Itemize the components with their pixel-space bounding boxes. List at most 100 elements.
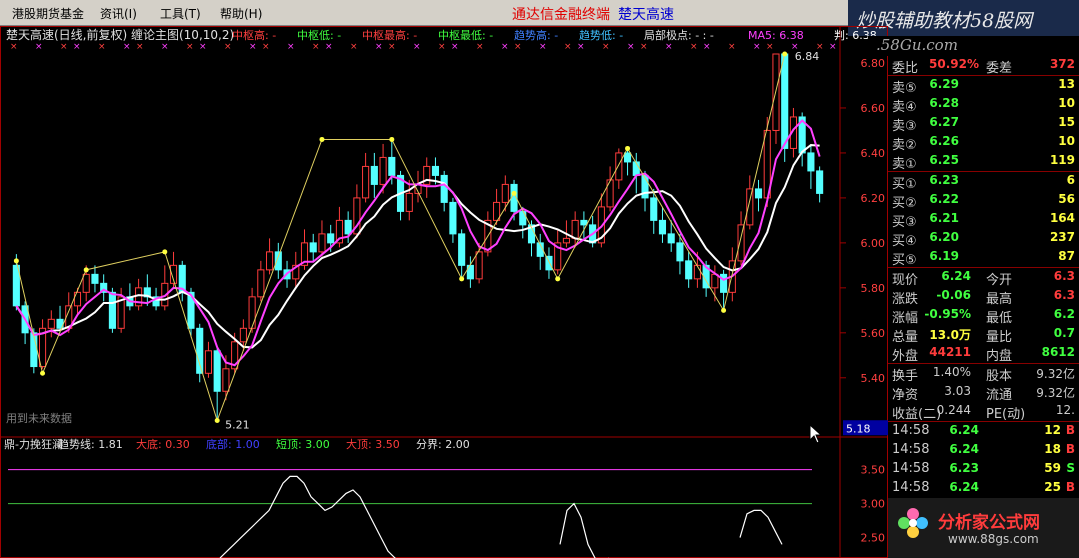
- y-tick-label: 6.20: [861, 192, 886, 205]
- zigzag-point: [459, 276, 465, 282]
- candle-body: [82, 273, 90, 293]
- osc-legend-4: 短顶: 3.00: [276, 437, 330, 451]
- stat-value2: 6.2: [1053, 307, 1075, 321]
- buy-vol: 6: [1066, 173, 1075, 187]
- tick-flag: B: [1065, 423, 1075, 437]
- weibi-value: 50.92%: [929, 57, 979, 71]
- candle-body: [222, 368, 230, 392]
- signal-mark: ×: [325, 42, 333, 52]
- sell-price: 6.27: [929, 115, 959, 129]
- buy-row: 买⑤ 6.19 87: [888, 248, 1079, 268]
- menu-info[interactable]: 资讯(I): [100, 5, 137, 22]
- stat-value: 13.0万: [929, 328, 971, 342]
- stat-row: 外盘 44211 内盘 8612: [888, 344, 1079, 364]
- sell-vol: 10: [1058, 96, 1075, 110]
- tick-row: 14:58 6.24 12 B: [888, 422, 1079, 441]
- signal-mark: ×: [514, 42, 522, 52]
- fin-row: 收益(二) 0.244 PE(动) 12.: [888, 402, 1079, 422]
- osc-legend-3: 底部: 1.00: [206, 437, 260, 451]
- candle-body: [623, 152, 632, 163]
- candle-body: [685, 260, 693, 280]
- kline-chart[interactable]: 楚天高速(日线,前复权) 缠论主图(10,10,2)中枢高: - 中枢低: - 中枢…: [0, 26, 888, 558]
- menu-tools[interactable]: 工具(T): [160, 5, 201, 22]
- stat-value: -0.95%: [924, 307, 971, 321]
- signal-mark: ×: [161, 42, 169, 52]
- stat-label: 涨幅: [892, 311, 919, 326]
- weibi-row: 委比 50.92% 委差 372: [888, 56, 1079, 76]
- stat-label: 外盘: [892, 349, 919, 364]
- fin-label: 净资: [892, 388, 919, 403]
- signal-mark: ×: [287, 42, 295, 52]
- buy-price: 6.21: [929, 211, 959, 225]
- candle-body: [519, 210, 527, 226]
- signal-mark: ×: [501, 42, 509, 52]
- tick-time: 14:58: [892, 461, 930, 476]
- signal-mark: ×: [438, 42, 446, 52]
- sell-row: 卖① 6.25 119: [888, 152, 1079, 172]
- footer-logo-title: 分析家公式网: [938, 513, 1040, 533]
- indicator-3: 中枢最低: -: [438, 28, 493, 42]
- tick-flag: B: [1065, 442, 1075, 456]
- sell-price: 6.25: [929, 153, 959, 167]
- sell-row: 卖② 6.26 10: [888, 133, 1079, 153]
- signal-mark: ×: [10, 42, 18, 52]
- zigzag-point: [319, 136, 325, 142]
- osc-y-label: 3.50: [861, 464, 886, 477]
- stat-label2: 最低: [986, 311, 1013, 326]
- candle-body: [327, 233, 335, 244]
- signal-mark: ×: [413, 42, 421, 52]
- tick-vol: 18: [1044, 442, 1061, 456]
- tick-time: 14:58: [892, 442, 930, 457]
- signal-mark: ×: [829, 42, 837, 52]
- signal-mark: ×: [665, 42, 673, 52]
- signal-mark: ×: [753, 42, 761, 52]
- signal-mark: ×: [690, 42, 698, 52]
- candle-body: [737, 224, 745, 262]
- fin-value2: 9.32亿: [1036, 386, 1075, 400]
- candle-body: [746, 188, 754, 226]
- buy-row: 买④ 6.20 237: [888, 229, 1079, 249]
- candle-body: [239, 327, 247, 343]
- signal-mark: ×: [539, 42, 547, 52]
- signal-mark: ×: [728, 42, 736, 52]
- buy-vol: 56: [1058, 192, 1075, 206]
- tick-vol: 59: [1044, 461, 1061, 475]
- candle-body: [440, 174, 448, 203]
- candle-body: [318, 233, 326, 253]
- weici-label: 委差: [986, 61, 1013, 76]
- candle-body: [379, 156, 387, 185]
- candle-body: [47, 318, 55, 329]
- y-tick-label: 6.80: [861, 57, 886, 70]
- buy-row: 买③ 6.21 164: [888, 210, 1079, 230]
- y-tick-label: 6.60: [861, 102, 886, 115]
- zigzag-point: [721, 307, 727, 313]
- signal-mark: ×: [766, 42, 774, 52]
- sell-vol: 119: [1049, 153, 1075, 167]
- y-tick-label: 5.80: [861, 282, 886, 295]
- candle-body: [248, 296, 256, 329]
- tick-vol: 25: [1044, 480, 1061, 494]
- future-data-label: 用到未来数据: [6, 411, 72, 425]
- sell-price: 6.26: [929, 134, 959, 148]
- low-label: 5.21: [225, 419, 250, 432]
- candle-body: [754, 188, 763, 199]
- candle-body: [91, 273, 99, 284]
- candle-body: [266, 251, 274, 271]
- fin-row: 净资 3.03 流通 9.32亿: [888, 383, 1079, 403]
- signal-mark: ×: [627, 42, 635, 52]
- osc-curve: [739, 509, 783, 545]
- candle-body: [676, 242, 684, 262]
- candle-body: [458, 233, 466, 266]
- buy-row: 买② 6.22 56: [888, 191, 1079, 211]
- stat-value2: 6.3: [1053, 269, 1075, 283]
- osc-legend-5: 大顶: 3.50: [346, 437, 400, 451]
- y-tick-label: 6.00: [861, 237, 886, 250]
- candle-body: [370, 165, 378, 185]
- stat-label2: 量比: [986, 330, 1013, 345]
- mouse-cursor-icon: [809, 424, 823, 444]
- stat-label2: 今开: [986, 273, 1013, 288]
- buy-label: 买①: [892, 177, 917, 192]
- menu-help[interactable]: 帮助(H): [220, 5, 262, 22]
- signal-mark: ×: [249, 42, 257, 52]
- menu-hk-futures[interactable]: 港股期货基金: [12, 5, 84, 22]
